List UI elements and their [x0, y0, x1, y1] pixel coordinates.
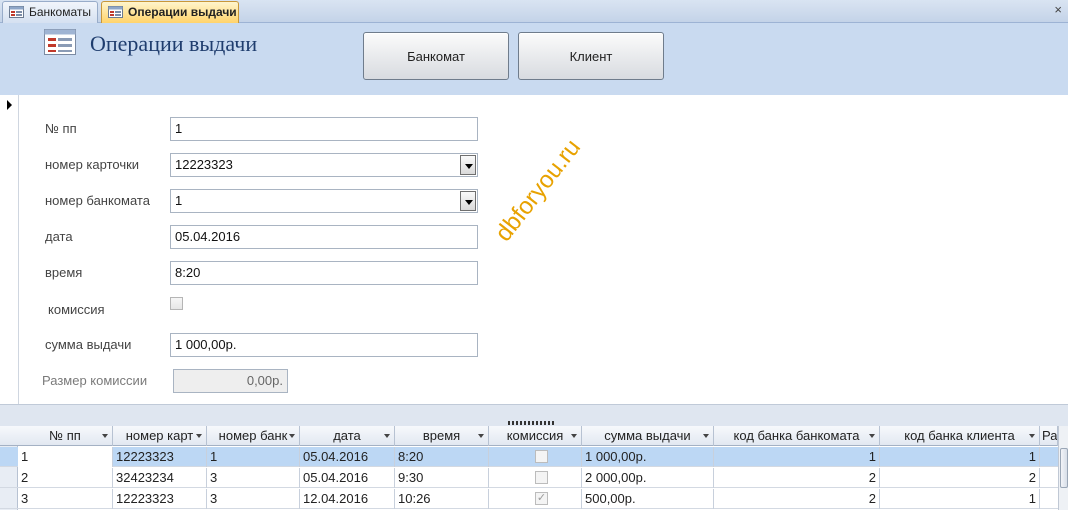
tab-atms-label: Банкоматы [29, 5, 92, 19]
splitter-grip-icon[interactable] [508, 421, 554, 425]
chevron-down-icon[interactable] [196, 434, 202, 438]
record-selector[interactable] [0, 95, 19, 404]
column-header-cut[interactable]: Ра [1040, 426, 1058, 446]
cell-time[interactable]: 10:26 [395, 489, 489, 509]
split-form-splitter[interactable] [0, 404, 1068, 426]
form-icon [44, 29, 76, 55]
tab-atms[interactable]: Банкоматы [2, 1, 98, 23]
column-header-time[interactable]: время [395, 426, 489, 446]
cell-date[interactable]: 12.04.2016 [300, 489, 395, 509]
cell-card[interactable]: 32423234 [113, 468, 207, 488]
chevron-down-icon[interactable] [289, 434, 295, 438]
card-value: 12223323 [175, 157, 233, 172]
commission-checkbox[interactable] [535, 471, 548, 484]
column-header-commission[interactable]: комиссия [489, 426, 582, 446]
amount-field[interactable]: 1 000,00р. [170, 333, 478, 357]
atm-label: номер банкомата [45, 193, 150, 208]
cell-time[interactable]: 8:20 [395, 447, 489, 467]
cell-atm[interactable]: 3 [207, 468, 300, 488]
chevron-down-icon[interactable] [1029, 434, 1035, 438]
close-icon[interactable]: × [1054, 2, 1062, 17]
cell-client-bank[interactable]: 1 [880, 489, 1040, 509]
card-label: номер карточки [45, 157, 140, 172]
tab-cash-operations-label: Операции выдачи [128, 5, 237, 19]
column-header-num[interactable]: № пп [18, 426, 113, 446]
num-label: № пп [45, 121, 77, 136]
cell-card[interactable]: 12223323 [113, 447, 207, 467]
table-row[interactable]: 1 12223323 1 05.04.2016 8:20 1 000,00р. … [0, 447, 1058, 467]
form-icon [108, 6, 123, 18]
cell-commission[interactable]: ✓ [489, 489, 582, 509]
cell-num[interactable]: 1 [18, 447, 113, 467]
column-header-date[interactable]: дата [300, 426, 395, 446]
table-row[interactable]: 2 32423234 3 05.04.2016 9:30 2 000,00р. … [0, 468, 1058, 488]
cell-amount[interactable]: 500,00р. [582, 489, 714, 509]
commission-checkbox-checked[interactable]: ✓ [535, 492, 548, 505]
time-field[interactable]: 8:20 [170, 261, 478, 285]
chevron-down-icon[interactable] [478, 434, 484, 438]
card-combobox[interactable]: 12223323 [170, 153, 478, 177]
tab-cash-operations[interactable]: Операции выдачи [101, 1, 239, 23]
watermark: dbforyou.ru [490, 134, 587, 247]
cell-date[interactable]: 05.04.2016 [300, 447, 395, 467]
cell-amount[interactable]: 2 000,00р. [582, 468, 714, 488]
cell-client-bank[interactable]: 1 [880, 447, 1040, 467]
form-title: Операции выдачи [90, 31, 258, 56]
client-button[interactable]: Клиент [518, 32, 664, 80]
atm-combobox[interactable]: 1 [170, 189, 478, 213]
form-icon [9, 6, 24, 18]
document-tabs: Банкоматы Операции выдачи × [0, 0, 1068, 23]
commission-label: комиссия [48, 302, 105, 317]
scrollbar-thumb[interactable] [1060, 448, 1068, 488]
cell-atm-bank[interactable]: 2 [714, 468, 880, 488]
chevron-down-icon[interactable] [460, 155, 476, 175]
cell-amount[interactable]: 1 000,00р. [582, 447, 714, 467]
atm-button[interactable]: Банкомат [363, 32, 509, 80]
date-field[interactable]: 05.04.2016 [170, 225, 478, 249]
column-header-amount[interactable]: сумма выдачи [582, 426, 714, 446]
cell-commission[interactable] [489, 468, 582, 488]
cell-time[interactable]: 9:30 [395, 468, 489, 488]
chevron-down-icon[interactable] [571, 434, 577, 438]
cell-num[interactable]: 3 [18, 489, 113, 509]
commission-checkbox[interactable] [535, 450, 548, 463]
datasheet-header: № пп номер карт номер банк дата время ко… [0, 426, 1058, 446]
form-detail: № пп 1 номер карточки 12223323 номер бан… [20, 95, 1068, 404]
cell-atm-bank[interactable]: 1 [714, 447, 880, 467]
vertical-scrollbar[interactable] [1058, 426, 1068, 510]
amount-label: сумма выдачи [45, 337, 132, 352]
chevron-down-icon[interactable] [102, 434, 108, 438]
atm-value: 1 [175, 193, 183, 208]
chevron-down-icon[interactable] [460, 191, 476, 211]
commission-size-field: 0,00р. [173, 369, 288, 393]
num-field[interactable]: 1 [170, 117, 478, 141]
chevron-down-icon[interactable] [384, 434, 390, 438]
form-header: Операции выдачи Банкомат Клиент [0, 23, 1068, 95]
cell-card[interactable]: 12223323 [113, 489, 207, 509]
table-row[interactable]: 3 12223323 3 12.04.2016 10:26 ✓ 500,00р.… [0, 489, 1058, 509]
commission-checkbox[interactable] [170, 297, 183, 310]
column-header-atm[interactable]: номер банк [207, 426, 300, 446]
cell-num[interactable]: 2 [18, 468, 113, 488]
cell-commission[interactable] [489, 447, 582, 467]
chevron-down-icon[interactable] [703, 434, 709, 438]
cell-atm[interactable]: 3 [207, 489, 300, 509]
chevron-down-icon[interactable] [869, 434, 875, 438]
column-header-client-bank[interactable]: код банка клиента [880, 426, 1040, 446]
column-header-card[interactable]: номер карт [113, 426, 207, 446]
cell-atm-bank[interactable]: 2 [714, 489, 880, 509]
cell-client-bank[interactable]: 2 [880, 468, 1040, 488]
datasheet: № пп номер карт номер банк дата время ко… [0, 426, 1058, 510]
commission-size-label: Размер комиссии [42, 373, 148, 388]
current-record-arrow-icon [7, 100, 12, 110]
time-label: время [45, 265, 83, 280]
date-label: дата [45, 229, 73, 244]
cell-atm[interactable]: 1 [207, 447, 300, 467]
cell-date[interactable]: 05.04.2016 [300, 468, 395, 488]
column-header-atm-bank[interactable]: код банка банкомата [714, 426, 880, 446]
